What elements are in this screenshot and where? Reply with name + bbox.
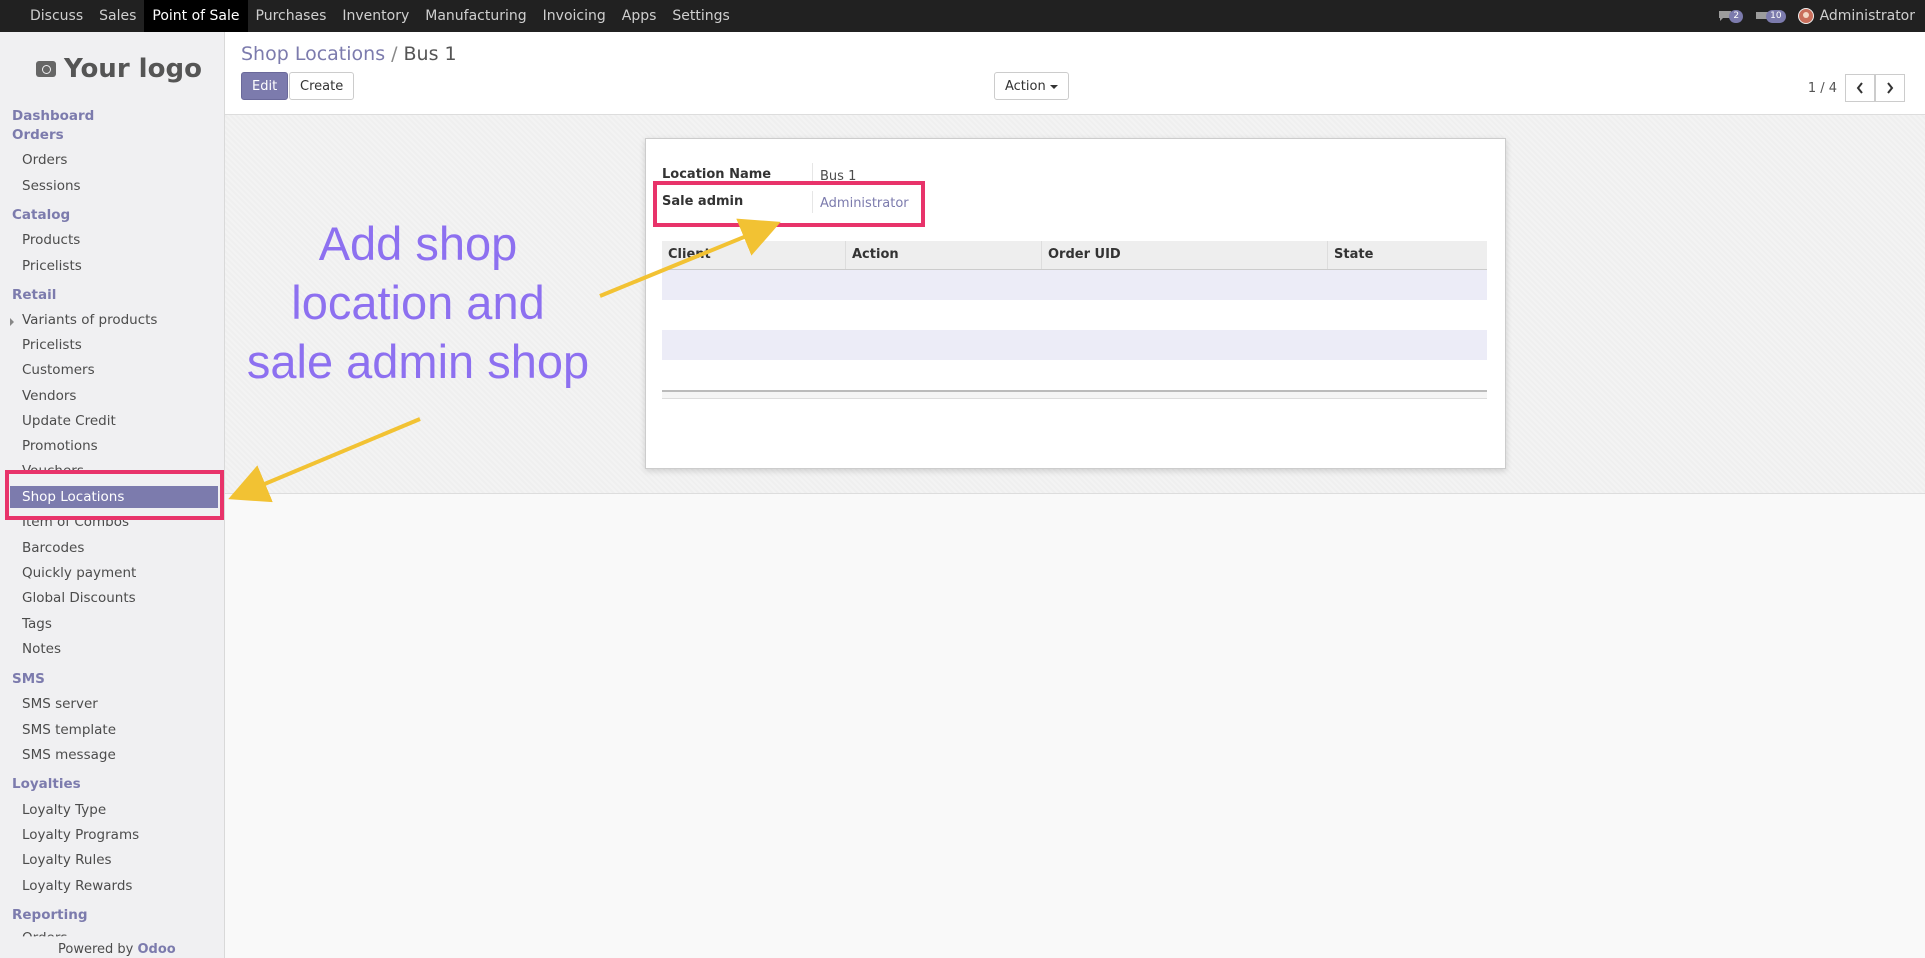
app-menu: Discuss Sales Point of Sale Purchases In… [22, 0, 738, 32]
sidebar-item-sms-server[interactable]: SMS server [22, 696, 98, 712]
powered-by-label: Powered by [58, 942, 134, 957]
location-name-label: Location Name [662, 167, 772, 182]
pager: 1 / 4 [1808, 74, 1905, 102]
annotation-line: location and [291, 276, 545, 329]
sidebar-section-dashboard[interactable]: Dashboard [12, 108, 94, 124]
sidebar-item-pricelists-retail[interactable]: Pricelists [22, 337, 82, 353]
sidebar-item-sessions[interactable]: Sessions [22, 178, 81, 194]
pager-previous-button[interactable] [1845, 74, 1875, 102]
column-action[interactable]: Action [846, 241, 1042, 269]
menu-manufacturing[interactable]: Manufacturing [417, 0, 534, 32]
top-navbar: Discuss Sales Point of Sale Purchases In… [0, 0, 1925, 32]
pager-next-button[interactable] [1875, 74, 1905, 102]
chat-count-badge: 2 [1729, 9, 1744, 23]
breadcrumb-shop-locations[interactable]: Shop Locations [241, 43, 385, 65]
sidebar-section-reporting: Reporting [12, 907, 88, 923]
menu-purchases[interactable]: Purchases [248, 0, 335, 32]
menu-settings[interactable]: Settings [664, 0, 737, 32]
sidebar-item-loyalty-rules[interactable]: Loyalty Rules [22, 852, 112, 868]
sidebar-section-sms: SMS [12, 671, 45, 687]
sidebar-section-orders: Orders [12, 127, 64, 143]
menu-discuss[interactable]: Discuss [22, 0, 91, 32]
menu-point-of-sale[interactable]: Point of Sale [144, 0, 248, 32]
sidebar-item-tags[interactable]: Tags [22, 616, 52, 632]
sidebar-item-sms-template[interactable]: SMS template [22, 722, 116, 738]
annotation-text: Add shop location and sale admin shop [228, 214, 608, 391]
sidebar-item-customers[interactable]: Customers [22, 362, 95, 378]
sidebar-section-loyalties: Loyalties [12, 776, 81, 792]
sidebar-item-vendors[interactable]: Vendors [22, 388, 76, 404]
menu-invoicing[interactable]: Invoicing [535, 0, 614, 32]
sidebar-section-catalog: Catalog [12, 207, 71, 223]
sidebar-item-loyalty-programs[interactable]: Loyalty Programs [22, 827, 139, 843]
action-label: Action [1005, 79, 1046, 94]
menu-inventory[interactable]: Inventory [334, 0, 417, 32]
sidebar-item-loyalty-rewards[interactable]: Loyalty Rewards [22, 878, 132, 894]
messages-count-badge: 10 [1766, 9, 1786, 23]
column-state[interactable]: State [1328, 241, 1487, 269]
breadcrumb: Shop Locations / Bus 1 [241, 43, 457, 65]
table-header: Client Action Order UID State [662, 241, 1487, 270]
table-row [662, 300, 1487, 330]
sidebar-item-barcodes[interactable]: Barcodes [22, 540, 84, 556]
create-button[interactable]: Create [289, 72, 355, 100]
messages-button[interactable]: 10 [1755, 9, 1786, 23]
user-name: Administrator [1819, 8, 1915, 24]
pager-value[interactable]: 1 / 4 [1808, 81, 1837, 96]
camera-icon [36, 61, 56, 77]
avatar [1797, 8, 1814, 24]
sidebar-item-global-discounts[interactable]: Global Discounts [22, 590, 136, 606]
annotation-line: sale admin shop [246, 335, 590, 388]
sidebar-item-pricelists[interactable]: Pricelists [22, 258, 82, 274]
breadcrumb-current: Bus 1 [403, 43, 457, 65]
logo-text: Your logo [64, 54, 202, 84]
sidebar-item-loyalty-type[interactable]: Loyalty Type [22, 802, 106, 818]
sidebar-item-promotions[interactable]: Promotions [22, 438, 98, 454]
column-order-uid[interactable]: Order UID [1042, 241, 1328, 269]
sidebar-item-update-credit[interactable]: Update Credit [22, 413, 116, 429]
user-menu[interactable]: Administrator [1797, 8, 1915, 24]
expand-caret-icon[interactable] [10, 318, 14, 326]
systray: 2 10 Administrator [1718, 0, 1915, 32]
sidebar-item-orders[interactable]: Orders [22, 152, 67, 168]
odoo-link[interactable]: Odoo [138, 942, 176, 957]
column-client[interactable]: Client [662, 241, 846, 269]
chat-button[interactable]: 2 [1718, 9, 1744, 23]
shop-locations-highlight-box [5, 470, 224, 520]
table-row [662, 360, 1487, 390]
action-dropdown[interactable]: Action [994, 72, 1069, 100]
table-row [662, 270, 1487, 300]
company-logo[interactable]: Your logo [36, 54, 202, 84]
breadcrumb-separator: / [391, 43, 398, 65]
chevron-right-icon [1887, 82, 1894, 94]
sidebar-section-retail: Retail [12, 287, 57, 303]
table-footer [662, 390, 1487, 399]
sidebar-item-sms-message[interactable]: SMS message [22, 747, 116, 763]
sidebar-item-notes[interactable]: Notes [22, 641, 61, 657]
edit-button[interactable]: Edit [241, 72, 289, 100]
menu-apps[interactable]: Apps [614, 0, 665, 32]
sidebar-item-products[interactable]: Products [22, 232, 80, 248]
annotation-line: Add shop [318, 217, 518, 270]
powered-by: Powered by Odoo [58, 942, 176, 957]
chevron-left-icon [1856, 82, 1863, 94]
caret-down-icon [1049, 84, 1058, 89]
sidebar-item-quickly-payment[interactable]: Quickly payment [22, 565, 136, 581]
control-panel: Shop Locations / Bus 1 Edit Create Action … [225, 32, 1925, 115]
menu-sales[interactable]: Sales [91, 0, 144, 32]
sale-admin-highlight-box [653, 181, 925, 227]
orders-table: Client Action Order UID State [662, 241, 1487, 399]
sidebar-item-variants[interactable]: Variants of products [22, 312, 157, 328]
table-row [662, 330, 1487, 360]
